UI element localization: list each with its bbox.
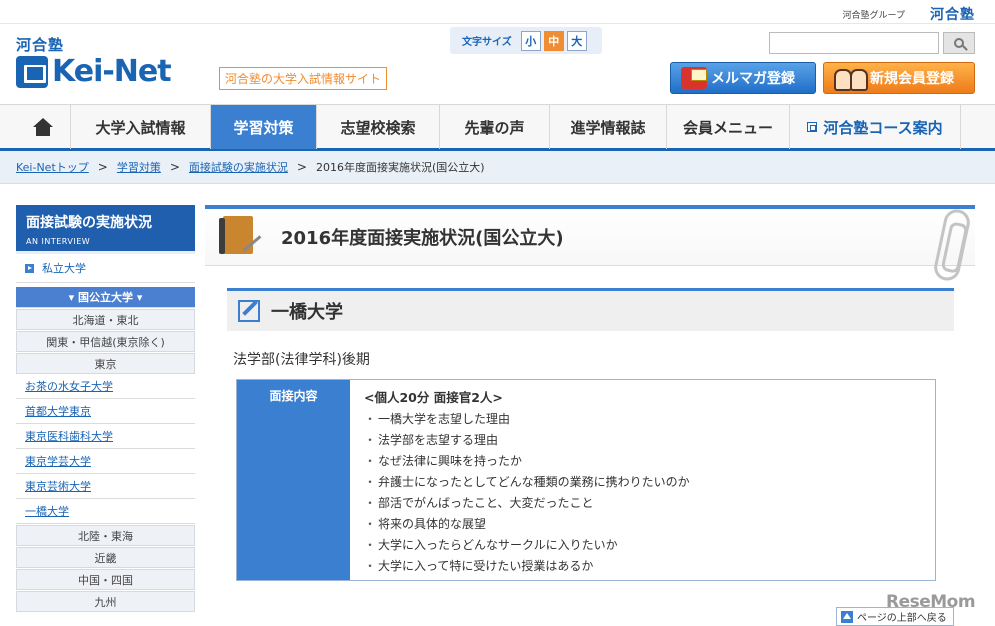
kawai-logo[interactable]: 河合塾	[16, 34, 64, 55]
breadcrumb-study[interactable]: 学習対策	[117, 159, 161, 175]
external-link-icon	[807, 122, 818, 132]
sidebar-region[interactable]: 関東・甲信越(東京除く)	[16, 331, 195, 352]
keinet-logo[interactable]: Kei-Net	[16, 54, 172, 89]
sidebar-university-link[interactable]: 首都大学東京	[16, 399, 195, 424]
sidebar-university-link[interactable]: お茶の水女子大学	[16, 374, 195, 399]
register-label: 新規会員登録	[870, 71, 954, 87]
back-to-top-label: ページの上部へ戻る	[857, 613, 947, 624]
mailmag-label: メルマガ登録	[711, 71, 795, 87]
question-item: ・大学に入ったらどんなサークルに入りたいか	[363, 538, 618, 552]
department-label: 法学部(法律学科)後期	[233, 352, 370, 368]
question-item: ・将来の具体的な展望	[363, 517, 487, 531]
home-icon	[33, 118, 53, 136]
site-header: 河合塾 Kei-Net 文字サイズ 小 中 大 メルマガ登録 新規会員登録	[0, 24, 995, 104]
chevron-right-icon: >	[296, 160, 307, 174]
nav-course-guide[interactable]: 河合塾コース案内	[790, 105, 961, 149]
question-item: ・なぜ法律に興味を持ったか	[363, 454, 523, 468]
sidebar-university-link[interactable]: 東京芸術大学	[16, 474, 195, 499]
breadcrumb-interview[interactable]: 面接試験の実施状況	[189, 159, 288, 175]
question-item: ・法学部を志望する理由	[363, 433, 499, 447]
sidebar-item-private[interactable]: 私立大学	[16, 254, 195, 283]
book-icon	[16, 55, 48, 88]
chevron-right-icon: >	[169, 160, 180, 174]
nav-senior-voices[interactable]: 先輩の声	[440, 105, 550, 149]
mailbox-icon	[681, 67, 707, 89]
sidebar-item-label: 私立大学	[42, 262, 86, 275]
search-icon	[954, 38, 964, 48]
breadcrumb-current: 2016年度面接実施状況(国公立大)	[315, 161, 485, 174]
breadcrumb: Kei-Netトップ > 学習対策 > 面接試験の実施状況 > 2016年度面接…	[0, 151, 995, 184]
page-title-bar: 2016年度面接実施状況(国公立大)	[205, 209, 975, 266]
interview-format: <個人20分 面接官2人>	[364, 390, 503, 405]
sidebar: 面接試験の実施状況 AN INTERVIEW 私立大学 ▾ 国公立大学 ▾ 北海…	[16, 205, 195, 612]
question-item: ・大学に入って特に受けたい授業はあるか	[363, 559, 594, 573]
main-content: 2016年度面接実施状況(国公立大) 一橋大学 法学部(法律学科)後期 面接内容…	[205, 205, 975, 626]
search-input[interactable]	[769, 32, 939, 54]
question-item: ・一橋大学を志望した理由	[363, 412, 511, 426]
global-nav: 大学入試情報 学習対策 志望校検索 先輩の声 進学情報誌 会員メニュー 河合塾コ…	[0, 104, 995, 151]
question-item: ・部活でがんばったこと、大変だったこと	[363, 496, 594, 510]
font-size-label: 文字サイズ	[462, 37, 512, 48]
page-title: 2016年度面接実施状況(国公立大)	[281, 228, 564, 249]
brand-name: Kei-Net	[52, 54, 172, 89]
font-size-large-button[interactable]: 大	[566, 30, 587, 51]
sidebar-region[interactable]: 九州	[16, 591, 195, 612]
font-size-switcher: 文字サイズ 小 中 大	[450, 27, 602, 54]
new-member-register-button[interactable]: 新規会員登録	[823, 62, 975, 94]
nav-magazine[interactable]: 進学情報誌	[550, 105, 667, 149]
arrow-up-icon	[841, 610, 853, 623]
kawai-logo-small[interactable]: 河合塾	[930, 4, 975, 24]
mailmag-register-button[interactable]: メルマガ登録	[670, 62, 816, 94]
sidebar-university-link[interactable]: 東京学芸大学	[16, 449, 195, 474]
interview-content-label: 面接内容	[237, 380, 350, 580]
sidebar-header: 面接試験の実施状況 AN INTERVIEW	[16, 205, 195, 254]
nav-home[interactable]	[0, 105, 71, 149]
top-bar: 河合塾グループ 河合塾	[0, 0, 995, 24]
sidebar-region[interactable]: 東京	[16, 353, 195, 374]
font-size-medium-button[interactable]: 中	[543, 30, 564, 51]
search-button[interactable]	[943, 32, 975, 54]
breadcrumb-top[interactable]: Kei-Netトップ	[16, 159, 89, 175]
edit-icon	[238, 300, 260, 322]
sidebar-item-national[interactable]: ▾ 国公立大学 ▾	[16, 287, 195, 308]
sidebar-university-link[interactable]: 東京医科歯科大学	[16, 424, 195, 449]
sidebar-region[interactable]: 近畿	[16, 547, 195, 568]
nav-member-menu[interactable]: 会員メニュー	[667, 105, 790, 149]
university-heading: 一橋大学	[227, 288, 954, 331]
university-name: 一橋大学	[271, 302, 343, 323]
back-to-top-button[interactable]: ページの上部へ戻る	[836, 607, 954, 626]
nav-course-label: 河合塾コース案内	[823, 118, 943, 137]
nav-study[interactable]: 学習対策	[211, 105, 317, 149]
sidebar-university-link[interactable]: 一橋大学	[16, 499, 195, 524]
interview-content-body: <個人20分 面接官2人> ・一橋大学を志望した理由 ・法学部を志望する理由 ・…	[350, 380, 935, 580]
chevron-right-icon: >	[97, 160, 108, 174]
question-item: ・弁護士になったとしてどんな種類の業務に携わりたいのか	[363, 475, 690, 489]
sidebar-region[interactable]: 北陸・東海	[16, 525, 195, 546]
arrow-bullet-icon	[25, 263, 34, 273]
notebook-icon	[219, 216, 262, 258]
sidebar-title: 面接試験の実施状況	[26, 215, 152, 231]
sidebar-region[interactable]: 北海道・東北	[16, 309, 195, 330]
sidebar-region[interactable]: 中国・四国	[16, 569, 195, 590]
interview-content-box: 面接内容 <個人20分 面接官2人> ・一橋大学を志望した理由 ・法学部を志望す…	[236, 379, 936, 581]
nav-school-search[interactable]: 志望校検索	[317, 105, 440, 149]
site-tagline: 河合塾の大学入試情報サイト	[219, 67, 388, 90]
nav-admission-info[interactable]: 大学入試情報	[71, 105, 211, 149]
font-size-small-button[interactable]: 小	[520, 30, 541, 51]
group-label: 河合塾グループ	[842, 11, 905, 21]
sidebar-subtitle: AN INTERVIEW	[26, 237, 91, 246]
students-icon	[834, 67, 868, 91]
